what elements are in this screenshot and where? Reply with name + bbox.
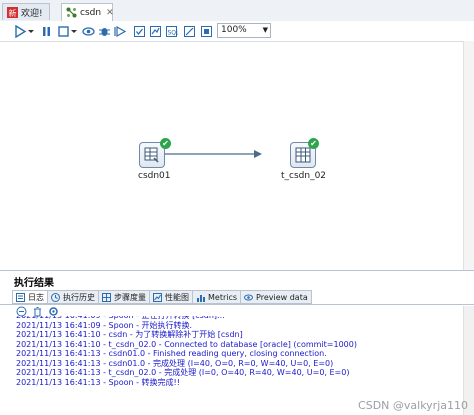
preview-icon bbox=[244, 293, 254, 302]
metrics-grid-icon bbox=[102, 292, 111, 302]
tab-performance[interactable]: 性能图 bbox=[149, 290, 193, 304]
step-label: t_csdn_02 bbox=[281, 171, 327, 181]
tab-log[interactable]: 日志 bbox=[12, 290, 48, 304]
editor-tab-bar: 新 欢迎! csdn ✕ bbox=[0, 0, 474, 22]
watermark: CSDN @valkyrja110 bbox=[358, 399, 468, 412]
chevron-down-icon: ▼ bbox=[262, 26, 268, 34]
log-line: 2021/11/13 16:41:10 - csdn - 为了转换解除补丁开始 … bbox=[16, 330, 243, 339]
tab-divider bbox=[0, 304, 474, 305]
stop-icon[interactable] bbox=[56, 24, 70, 38]
zoom-value: 100% bbox=[221, 25, 247, 35]
tab-label: 欢迎! bbox=[21, 8, 43, 19]
tab-metrics[interactable]: Metrics bbox=[192, 290, 242, 304]
svg-text:新: 新 bbox=[9, 8, 17, 18]
debug-icon[interactable] bbox=[97, 24, 111, 38]
log-output[interactable]: 2021/11/13 16:41:09 - Spoon - 正在打开转换 [cs… bbox=[16, 316, 456, 410]
success-check-icon: ✔ bbox=[160, 138, 171, 149]
success-check-icon: ✔ bbox=[308, 138, 319, 149]
replay-icon[interactable] bbox=[113, 24, 127, 38]
transformation-icon bbox=[66, 7, 77, 18]
pause-icon[interactable] bbox=[39, 24, 53, 38]
log-line: 2021/11/13 16:41:13 - t_csdn_02.0 - 完成处理… bbox=[16, 368, 350, 377]
svg-text:SQL: SQL bbox=[167, 29, 178, 36]
tab-welcome[interactable]: 新 欢迎! bbox=[2, 3, 50, 20]
log-line: 2021/11/13 16:41:13 - csdn01.0 - Finishe… bbox=[16, 349, 327, 358]
log-icon bbox=[16, 292, 25, 302]
tab-label: csdn bbox=[80, 7, 102, 18]
impact-icon[interactable] bbox=[148, 24, 162, 38]
show-results-icon[interactable] bbox=[199, 24, 213, 38]
welcome-icon: 新 bbox=[7, 6, 18, 18]
preview-icon[interactable] bbox=[81, 24, 95, 38]
log-line: 2021/11/13 16:41:10 - t_csdn_02.0 - Conn… bbox=[16, 339, 357, 349]
verify-icon[interactable] bbox=[132, 24, 146, 38]
history-icon bbox=[51, 292, 60, 302]
run-icon[interactable] bbox=[13, 24, 27, 38]
transformation-canvas[interactable]: ✔ csdn01 ✔ t_csdn_02 bbox=[8, 44, 462, 266]
log-line: 2021/11/13 16:41:09 - Spoon - 开始执行转换. bbox=[16, 320, 193, 330]
tab-step-metrics[interactable]: 步骤度量 bbox=[98, 290, 150, 304]
zoom-select[interactable]: 100% ▼ bbox=[217, 23, 271, 38]
canvas-scrollbar[interactable] bbox=[463, 41, 474, 270]
tab-preview-data[interactable]: Preview data bbox=[240, 290, 312, 304]
results-tab-strip: 日志 执行历史 步骤度量 性能图 Metrics Preview data bbox=[12, 290, 312, 304]
bar-chart-icon bbox=[196, 293, 205, 302]
sql-icon[interactable]: SQL bbox=[164, 24, 178, 38]
tab-history[interactable]: 执行历史 bbox=[47, 290, 99, 304]
panel-divider[interactable] bbox=[0, 270, 474, 271]
dropdown-icon[interactable] bbox=[70, 24, 78, 38]
log-line: 2021/11/13 16:41:13 - csdn01.0 - 完成处理 (I… bbox=[16, 358, 334, 368]
hop-arrow-icon bbox=[254, 150, 262, 158]
hop-layer bbox=[165, 150, 262, 158]
dropdown-icon[interactable] bbox=[27, 24, 35, 38]
explore-db-icon[interactable] bbox=[182, 24, 196, 38]
panel-title: 执行结果 bbox=[14, 278, 54, 289]
chart-icon bbox=[153, 292, 162, 302]
step-label: csdn01 bbox=[138, 171, 171, 181]
close-icon[interactable]: ✕ bbox=[106, 8, 114, 18]
log-line: 2021/11/13 16:41:13 - Spoon - 转换完成!! bbox=[16, 377, 180, 387]
tab-csdn[interactable]: csdn ✕ bbox=[61, 3, 114, 21]
